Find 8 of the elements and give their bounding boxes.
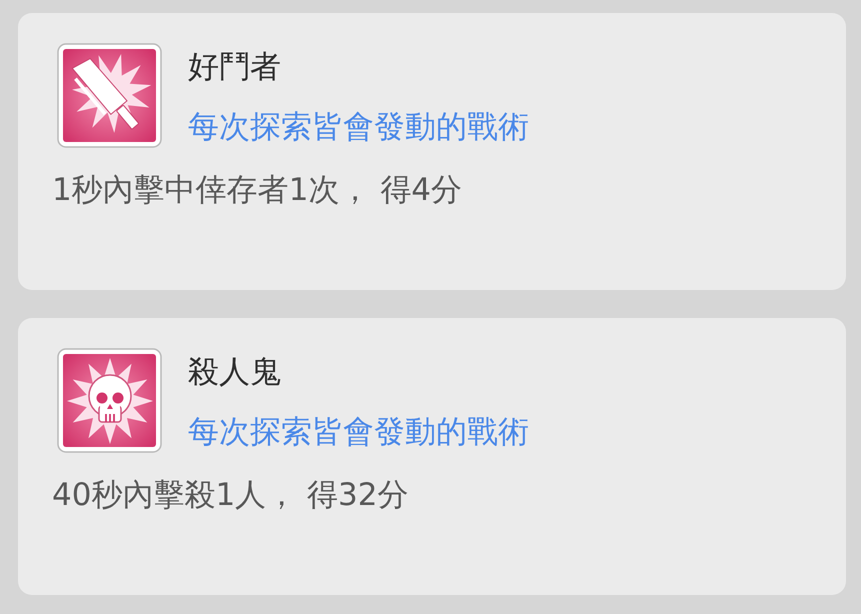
perk-type-label: 每次探索皆會發動的戰術 bbox=[188, 414, 529, 450]
cleaver-icon bbox=[57, 43, 163, 149]
perk-description: 40秒內擊殺1人， 得32分 bbox=[52, 477, 408, 513]
perk-title: 好鬥者 bbox=[188, 49, 281, 85]
skull-icon bbox=[57, 348, 163, 454]
perk-type-label: 每次探索皆會發動的戰術 bbox=[188, 109, 529, 145]
perk-description: 1秒內擊中倖存者1次， 得4分 bbox=[52, 172, 462, 208]
perk-title: 殺人鬼 bbox=[188, 354, 281, 390]
